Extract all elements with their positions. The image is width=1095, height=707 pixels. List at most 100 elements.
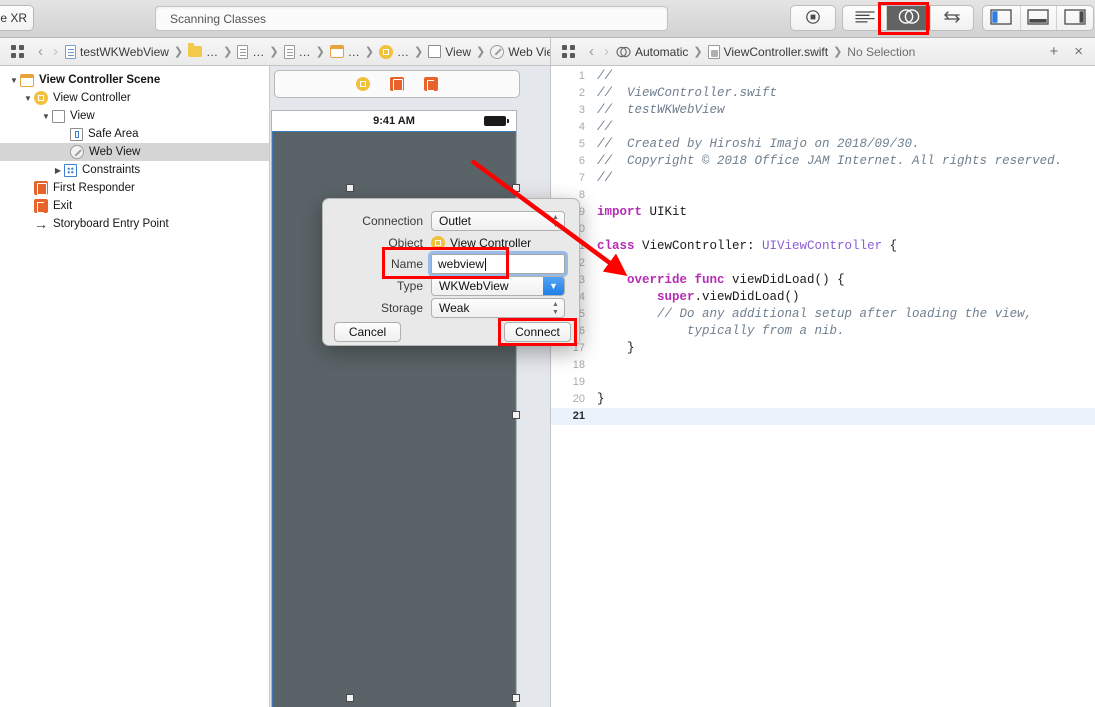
- breadcrumb-project[interactable]: testWKWebView: [63, 45, 171, 59]
- connection-label: Connection: [323, 214, 431, 228]
- name-field[interactable]: webview: [431, 254, 565, 274]
- inspector-toggle-button[interactable]: [1056, 6, 1093, 30]
- outline-row-safe-area[interactable]: Safe Area: [0, 125, 269, 143]
- outline-row-exit[interactable]: Exit: [0, 197, 269, 215]
- code-line[interactable]: 9import UIKit: [551, 204, 1095, 221]
- code-line[interactable]: 20}: [551, 391, 1095, 408]
- object-value-group: View Controller: [431, 236, 531, 250]
- jump-forward-button[interactable]: ›: [599, 43, 614, 60]
- outline-row-view[interactable]: ▼ View: [0, 107, 269, 125]
- breadcrumb-swift-file[interactable]: ViewController.swift: [706, 45, 830, 59]
- chevron-down-icon[interactable]: ▼: [543, 277, 564, 295]
- disclosure-triangle[interactable]: ▶: [52, 166, 64, 175]
- storyboard-icon: [330, 45, 344, 58]
- connect-button[interactable]: Connect: [504, 322, 571, 342]
- connection-popup-button[interactable]: Outlet ▲▼: [431, 211, 565, 231]
- outline-row-web-view[interactable]: Web View: [0, 143, 269, 161]
- code-line[interactable]: 1//: [551, 68, 1095, 85]
- assistant-editor[interactable]: 1//2// ViewController.swift3// testWKWeb…: [550, 66, 1095, 707]
- related-items-icon[interactable]: [562, 45, 575, 58]
- code-line[interactable]: 18: [551, 357, 1095, 374]
- code-line[interactable]: 11class ViewController: UIViewController…: [551, 238, 1095, 255]
- breadcrumb-doc-2[interactable]: …: [282, 45, 313, 59]
- code-token: viewDidLoad() {: [725, 273, 845, 287]
- code-line[interactable]: 15 // Do any additional setup after load…: [551, 306, 1095, 323]
- constraints-icon: [64, 164, 77, 177]
- code-line[interactable]: 16 typically from a nib.: [551, 323, 1095, 340]
- disclosure-triangle[interactable]: ▼: [22, 94, 34, 103]
- selection-handle-bottom-left[interactable]: [346, 694, 354, 702]
- selection-handle-top-right[interactable]: [512, 184, 520, 192]
- document-outline[interactable]: ▼ View Controller Scene ▼ View Controlle…: [0, 66, 270, 707]
- disclosure-triangle[interactable]: ▼: [40, 112, 52, 121]
- stop-button[interactable]: [791, 6, 835, 30]
- navigator-toggle-button[interactable]: [983, 6, 1020, 30]
- jump-back-button[interactable]: ‹: [33, 43, 48, 60]
- breadcrumb-storyboard[interactable]: …: [328, 45, 362, 59]
- cancel-button[interactable]: Cancel: [334, 322, 401, 342]
- breadcrumb-no-selection[interactable]: No Selection: [845, 45, 917, 59]
- add-assistant-editor-button[interactable]: +: [1041, 43, 1066, 60]
- outline-row-storyboard-entry-point[interactable]: → Storyboard Entry Point: [0, 215, 269, 233]
- breadcrumb-view-controller[interactable]: …: [377, 45, 411, 59]
- connection-popup-dialog[interactable]: Connection Outlet ▲▼ Object View Control…: [322, 198, 580, 346]
- code-line[interactable]: 17 }: [551, 340, 1095, 357]
- breadcrumb-web-view[interactable]: Web View: [488, 45, 550, 59]
- outline-row-label: Constraints: [82, 164, 140, 176]
- code-token: override func: [627, 273, 725, 287]
- code-line[interactable]: 10: [551, 221, 1095, 238]
- selection-handle-top-left[interactable]: [346, 184, 354, 192]
- type-combo-box[interactable]: WKWebView ▼: [431, 276, 565, 296]
- code-line[interactable]: 13 override func viewDidLoad() {: [551, 272, 1095, 289]
- code-line[interactable]: 19: [551, 374, 1095, 391]
- code-line[interactable]: 5// Created by Hiroshi Imajo on 2018/09/…: [551, 136, 1095, 153]
- type-row: Type WKWebView ▼: [323, 275, 579, 297]
- jump-forward-button[interactable]: ›: [48, 43, 63, 60]
- name-row: Name webview: [323, 253, 579, 275]
- close-assistant-editor-button[interactable]: ×: [1066, 43, 1095, 60]
- exit-icon[interactable]: [424, 77, 438, 91]
- scheme-destination-button[interactable]: e XR: [0, 5, 34, 31]
- outline-row-constraints[interactable]: ▶ Constraints: [0, 161, 269, 179]
- storage-popup-button[interactable]: Weak ▲▼: [431, 298, 565, 318]
- assistant-editor-button[interactable]: [886, 6, 929, 30]
- outline-row-first-responder[interactable]: First Responder: [0, 179, 269, 197]
- outline-row-view-controller[interactable]: ▼ View Controller: [0, 89, 269, 107]
- standard-editor-button[interactable]: [843, 6, 886, 30]
- scene-dock: [274, 70, 520, 98]
- view-controller-icon[interactable]: [356, 77, 370, 91]
- stop-icon: [805, 9, 821, 28]
- code-line[interactable]: 7//: [551, 170, 1095, 187]
- breadcrumb-doc-1[interactable]: …: [235, 45, 266, 59]
- first-responder-icon[interactable]: [390, 77, 404, 91]
- disclosure-triangle[interactable]: ▼: [8, 76, 20, 85]
- debug-toggle-button[interactable]: [1020, 6, 1057, 30]
- stepper-icon: ▲▼: [551, 302, 560, 316]
- storyboard-canvas[interactable]: 9:41 AM: [270, 66, 550, 707]
- selection-handle-bottom-right[interactable]: [512, 694, 520, 702]
- code-token: [597, 324, 687, 338]
- code-line[interactable]: 21: [551, 408, 1095, 425]
- code-line[interactable]: 2// ViewController.swift: [551, 85, 1095, 102]
- code-line[interactable]: 8: [551, 187, 1095, 204]
- storage-value: Weak: [439, 301, 469, 315]
- code-line[interactable]: 12: [551, 255, 1095, 272]
- version-editor-button[interactable]: [930, 6, 973, 30]
- outline-row-view-controller-scene[interactable]: ▼ View Controller Scene: [0, 71, 269, 89]
- code-line[interactable]: 4//: [551, 119, 1095, 136]
- code-line[interactable]: [551, 425, 1095, 442]
- code-line[interactable]: 14 super.viewDidLoad(): [551, 289, 1095, 306]
- breadcrumb-automatic[interactable]: Automatic: [614, 45, 690, 59]
- code-line[interactable]: 6// Copyright © 2018 Office JAM Internet…: [551, 153, 1095, 170]
- code-line[interactable]: 3// testWKWebView: [551, 102, 1095, 119]
- entry-point-icon: →: [34, 217, 48, 231]
- breadcrumb-view[interactable]: View: [426, 45, 473, 59]
- code-token: ViewController:: [635, 239, 763, 253]
- code-text-area[interactable]: 1//2// ViewController.swift3// testWKWeb…: [551, 68, 1095, 707]
- selection-handle-middle-right[interactable]: [512, 411, 520, 419]
- related-items-icon[interactable]: [11, 45, 24, 58]
- jump-back-button[interactable]: ‹: [584, 43, 599, 60]
- breadcrumb-folder[interactable]: …: [186, 45, 220, 59]
- safe-area-icon: [70, 128, 83, 141]
- folder-icon: [188, 46, 202, 57]
